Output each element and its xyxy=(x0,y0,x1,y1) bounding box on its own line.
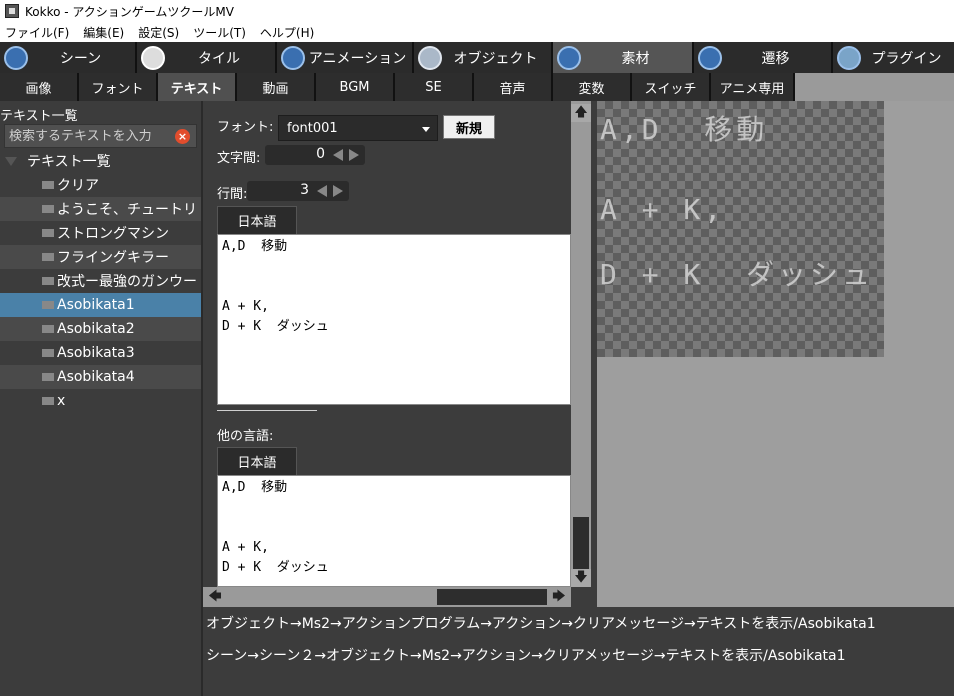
scroll-thumb[interactable] xyxy=(573,517,589,569)
text-item-icon xyxy=(42,205,54,213)
tab-scene[interactable]: シーン xyxy=(0,42,137,73)
horizontal-scrollbar[interactable]: 🡄 🡆 xyxy=(203,587,571,607)
subtab-bgm[interactable]: BGM xyxy=(316,73,395,101)
clear-search-icon[interactable]: × xyxy=(175,129,190,144)
text-item-icon xyxy=(42,397,54,405)
tab-transition[interactable]: 遷移 xyxy=(694,42,833,73)
subtab-font[interactable]: フォント xyxy=(79,73,158,101)
tab-japanese[interactable]: 日本語 xyxy=(217,206,297,234)
tree-root[interactable]: テキスト一覧 xyxy=(0,149,201,173)
menu-edit[interactable]: 編集(E) xyxy=(76,24,131,41)
subtab-switch[interactable]: スイッチ xyxy=(632,73,711,101)
subtab-variable[interactable]: 変数 xyxy=(553,73,632,101)
expand-arrow-icon[interactable] xyxy=(5,156,17,166)
scene-icon xyxy=(4,46,28,70)
tab-other-japanese[interactable]: 日本語 xyxy=(217,447,297,475)
text-item-icon xyxy=(42,277,54,285)
usage-reference[interactable]: シーン→シーン２→オブジェクト→Ms2→アクション→クリアメッセージ→テキストを… xyxy=(206,645,846,665)
separator xyxy=(217,410,317,411)
text-list-panel: テキスト一覧 × テキスト一覧 クリア ようこそ、チュートリ ストロングマシン … xyxy=(0,101,201,696)
tile-icon xyxy=(141,46,165,70)
tab-tile[interactable]: タイル xyxy=(137,42,277,73)
scroll-down-icon[interactable]: 🡇 xyxy=(571,569,591,587)
subtab-se[interactable]: SE xyxy=(395,73,474,101)
text-list-title: テキスト一覧 xyxy=(0,109,78,124)
text-item-icon xyxy=(42,253,54,261)
menu-tools[interactable]: ツール(T) xyxy=(186,24,253,41)
assets-icon xyxy=(557,46,581,70)
usage-reference[interactable]: オブジェクト→Ms2→アクションプログラム→アクション→クリアメッセージ→テキス… xyxy=(206,613,876,633)
line-spacing-label: 行間: xyxy=(217,187,248,202)
menu-file[interactable]: ファイル(F) xyxy=(0,24,76,41)
animation-icon xyxy=(281,46,305,70)
tab-plugin[interactable]: プラグイン xyxy=(833,42,954,73)
subtab-image[interactable]: 画像 xyxy=(0,73,79,101)
plugin-icon xyxy=(837,46,861,70)
list-item[interactable]: クリア xyxy=(0,173,201,197)
subtab-voice[interactable]: 音声 xyxy=(474,73,553,101)
dropdown-arrow-icon xyxy=(422,127,430,132)
list-item-selected[interactable]: Asobikata1 xyxy=(0,293,201,317)
preview-line: A + K, xyxy=(600,193,726,226)
subtab-video[interactable]: 動画 xyxy=(237,73,316,101)
subtab-anime-only[interactable]: アニメ専用 xyxy=(711,73,795,101)
search-input[interactable] xyxy=(5,128,173,144)
subtab-text[interactable]: テキスト xyxy=(158,73,237,101)
scroll-up-icon[interactable]: 🡅 xyxy=(571,104,591,122)
main-tabs: シーン タイル アニメーション オブジェクト 素材 遷移 プラグイン xyxy=(0,42,954,73)
list-item[interactable]: ストロングマシン xyxy=(0,221,201,245)
search-box: × xyxy=(4,124,197,148)
other-language-editor[interactable]: A,D 移動 A + K, D + K ダッシュ xyxy=(217,475,571,587)
list-item[interactable]: Asobikata3 xyxy=(0,341,201,365)
list-item[interactable]: 改式ー最強のガンウー xyxy=(0,269,201,293)
text-item-icon xyxy=(42,325,54,333)
list-item[interactable]: Asobikata2 xyxy=(0,317,201,341)
scroll-right-icon[interactable]: 🡆 xyxy=(549,587,569,607)
app-icon xyxy=(5,4,19,18)
usage-panel: オブジェクト→Ms2→アクションプログラム→アクション→クリアメッセージ→テキス… xyxy=(203,607,954,696)
preview-line: A,D 移動 xyxy=(600,113,769,146)
text-item-icon xyxy=(42,301,54,309)
tree-root-label: テキスト一覧 xyxy=(27,154,111,170)
font-label: フォント: xyxy=(217,120,274,135)
text-tree: クリア ようこそ、チュートリ ストロングマシン フライングキラー 改式ー最強のガ… xyxy=(0,173,201,413)
text-editor[interactable]: A,D 移動 A + K, D + K ダッシュ xyxy=(217,234,571,405)
preview-line: D + K ダッシュ xyxy=(600,258,875,291)
char-spacing-stepper[interactable]: 0 xyxy=(265,145,365,165)
tab-object[interactable]: オブジェクト xyxy=(414,42,553,73)
object-icon xyxy=(418,46,442,70)
window-title: Kokko - アクションゲームツクールMV xyxy=(25,4,234,19)
decrement-icon[interactable] xyxy=(333,149,343,161)
menu-settings[interactable]: 設定(S) xyxy=(131,24,186,41)
tab-assets[interactable]: 素材 xyxy=(553,42,694,73)
text-editor-panel: フォント: font001 新規 文字間: 0 行間: 3 日本語 A,D 移動… xyxy=(203,101,571,607)
list-item[interactable]: x xyxy=(0,389,201,413)
text-item-icon xyxy=(42,229,54,237)
new-font-button[interactable]: 新規 xyxy=(443,115,495,139)
menu-bar: ファイル(F) 編集(E) 設定(S) ツール(T) ヘルプ(H) xyxy=(0,22,954,42)
decrement-icon[interactable] xyxy=(317,185,327,197)
line-spacing-stepper[interactable]: 3 xyxy=(247,181,349,201)
sub-tabs: 画像 フォント テキスト 動画 BGM SE 音声 変数 スイッチ アニメ専用 xyxy=(0,73,954,101)
other-languages-label: 他の言語: xyxy=(217,429,274,444)
list-item[interactable]: Asobikata4 xyxy=(0,365,201,389)
title-bar: Kokko - アクションゲームツクールMV xyxy=(0,0,954,22)
scroll-thumb[interactable] xyxy=(437,589,547,605)
font-select[interactable]: font001 xyxy=(278,115,438,141)
transition-icon xyxy=(698,46,722,70)
menu-help[interactable]: ヘルプ(H) xyxy=(253,24,321,41)
text-item-icon xyxy=(42,349,54,357)
list-item[interactable]: フライングキラー xyxy=(0,245,201,269)
increment-icon[interactable] xyxy=(333,185,343,197)
increment-icon[interactable] xyxy=(349,149,359,161)
char-spacing-label: 文字間: xyxy=(217,151,261,166)
list-item[interactable]: ようこそ、チュートリ xyxy=(0,197,201,221)
scroll-left-icon[interactable]: 🡄 xyxy=(205,587,225,607)
tab-animation[interactable]: アニメーション xyxy=(277,42,414,73)
text-item-icon xyxy=(42,373,54,381)
vertical-scrollbar[interactable]: 🡅 🡇 xyxy=(571,101,591,587)
text-item-icon xyxy=(42,181,54,189)
